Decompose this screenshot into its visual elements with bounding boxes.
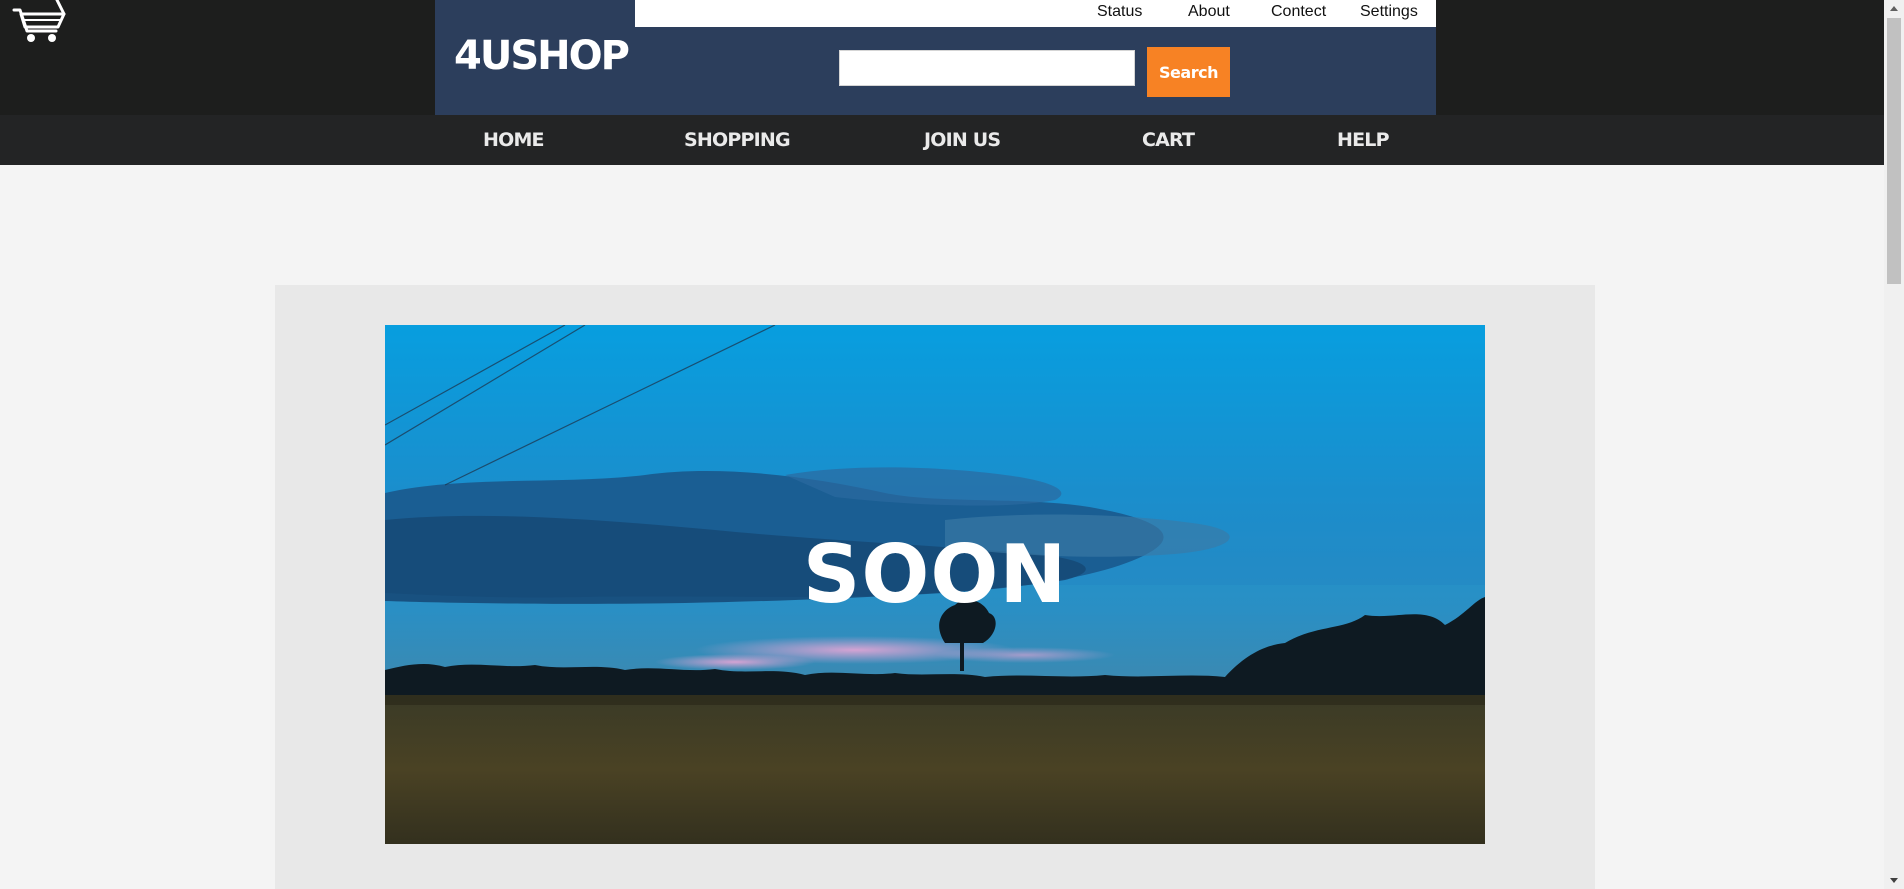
search-button[interactable]: Search: [1147, 47, 1230, 97]
search-input[interactable]: [839, 50, 1135, 86]
hero-title: SOON: [802, 528, 1068, 621]
brand-panel: 4USHOP: [435, 0, 635, 115]
shopping-cart-icon[interactable]: [12, 0, 68, 44]
nav-item-help[interactable]: HELP: [1337, 129, 1390, 151]
nav-item-home[interactable]: HOME: [483, 129, 545, 151]
search-bar: Search: [635, 27, 1436, 115]
scroll-up-arrow-icon[interactable]: [1884, 0, 1904, 17]
utility-link-status[interactable]: Status: [1097, 3, 1142, 21]
nav-item-cart[interactable]: CART: [1142, 129, 1195, 151]
utility-bar: Status About Contect Settings: [635, 0, 1436, 27]
nav-item-shopping[interactable]: SHOPPING: [684, 129, 791, 151]
hero-section: SOON: [275, 285, 1595, 889]
top-header: 4USHOP Status About Contect Settings Sea…: [0, 0, 1884, 115]
utility-link-about[interactable]: About: [1188, 3, 1230, 21]
brand-logo[interactable]: 4USHOP: [454, 33, 630, 79]
hero-banner: SOON: [385, 325, 1485, 844]
vertical-scrollbar[interactable]: [1884, 0, 1904, 889]
main-nav: HOME SHOPPING JOIN US CART HELP: [0, 115, 1884, 165]
utility-link-contect[interactable]: Contect: [1271, 3, 1326, 21]
utility-link-settings[interactable]: Settings: [1360, 3, 1418, 21]
scrollbar-thumb[interactable]: [1887, 18, 1901, 284]
scroll-down-arrow-icon[interactable]: [1884, 872, 1904, 889]
nav-item-join-us[interactable]: JOIN US: [924, 129, 1001, 151]
